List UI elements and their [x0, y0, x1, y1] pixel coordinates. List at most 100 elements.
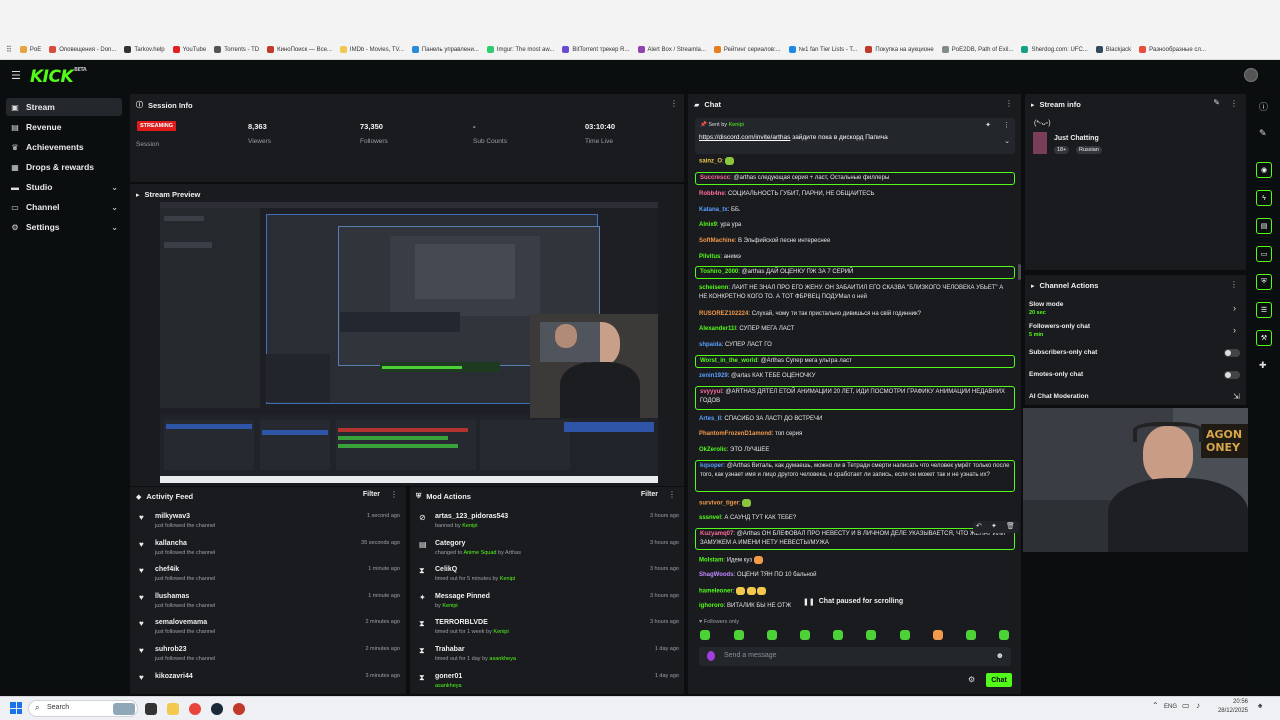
more-options-icon[interactable]: ⋮ [668, 490, 676, 499]
file-explorer-icon[interactable] [167, 703, 179, 715]
bookmark-item[interactable]: YouTube [172, 46, 206, 53]
mod-action-title[interactable]: Category [435, 540, 465, 547]
kick-logo[interactable]: KICKBETA [30, 67, 87, 87]
more-options-icon[interactable]: ⋮ [1230, 280, 1238, 289]
chat-username[interactable]: svyyyul [700, 389, 722, 395]
chat-message[interactable]: Katana_tx: ББ. [699, 206, 1011, 215]
mod-action-title[interactable]: goner01 [435, 673, 462, 680]
subscribers-only-toggle[interactable] [1224, 349, 1240, 357]
chevron-right-icon[interactable]: › [1233, 325, 1236, 335]
stream-preview-video[interactable] [160, 202, 658, 483]
windows-start-icon[interactable] [10, 702, 22, 714]
quick-emote-icon[interactable] [933, 630, 943, 640]
chat-username[interactable]: survivor_tiger [699, 501, 739, 507]
chat-message[interactable]: RUSOREZ102224: Слухай, чому ти так прист… [699, 310, 1011, 319]
chat-username[interactable]: zenin1929 [699, 373, 728, 379]
emote-picker-icon[interactable] [707, 651, 715, 661]
chat-message[interactable]: sssnvel: А САУНД ТУТ КАК ТЕБЕ? [699, 514, 1011, 523]
chat-username[interactable]: RUSOREZ102224 [699, 311, 748, 317]
chat-message[interactable]: Pilvitus: анимэ [699, 253, 1011, 262]
more-options-icon[interactable]: ⋮ [1003, 121, 1010, 129]
activity-item[interactable]: ♥ chef4ik just followed the channel 1 minut… [136, 566, 400, 592]
chat-message[interactable]: survivor_tiger: [699, 499, 1011, 508]
mod-action-title[interactable]: artas_123_pidoras543 [435, 513, 508, 520]
quick-emote-icon[interactable] [734, 630, 744, 640]
nav-item-revenue[interactable]: ▤ Revenue [6, 118, 122, 136]
rail-lightning-icon[interactable]: ϟ [1256, 190, 1272, 206]
chat-username[interactable]: sainz_O [699, 159, 722, 165]
edit-icon[interactable]: ✎ [1259, 128, 1267, 139]
app-icon[interactable] [233, 703, 245, 715]
chat-username[interactable]: Alexander11l [699, 326, 736, 332]
nav-item-studio[interactable]: ▬ Studio ⌄ [6, 178, 122, 196]
activity-item[interactable]: ♥ suhrob23 just followed the channel 2 minu… [136, 646, 400, 672]
chat-username[interactable]: Molstam [699, 558, 723, 564]
chrome-icon[interactable] [189, 703, 201, 715]
activity-username[interactable]: chef4ik [155, 566, 179, 573]
nav-item-settings[interactable]: ⚙ Settings ⌄ [6, 218, 122, 236]
delete-icon[interactable]: 🗑 [1006, 522, 1015, 530]
mod-filter-button[interactable]: Filter [641, 491, 658, 498]
chat-username[interactable]: Alnix9 [699, 222, 717, 228]
task-view-icon[interactable] [145, 703, 157, 715]
activity-username[interactable]: llushamas [155, 593, 189, 600]
activity-username[interactable]: suhrob23 [155, 646, 187, 653]
rail-chat-icon[interactable]: ▭ [1256, 246, 1272, 262]
quick-emote-icon[interactable] [999, 630, 1009, 640]
chat-message[interactable]: svyyyul: @ARTHAS ДЯТЕЛ ЕТОЙ АНИМАЦИИ 20 … [695, 386, 1015, 410]
chat-username[interactable]: ShagWoods [699, 572, 734, 578]
chat-settings-icon[interactable]: ⚙ [968, 675, 975, 684]
chat-username[interactable]: Pilvitus [699, 254, 720, 260]
emoji-icon[interactable]: ☻ [996, 651, 1004, 660]
bookmark-item[interactable]: Рейтинг сериалов:... [713, 46, 781, 53]
bookmark-item[interactable]: Alert Box / Streamla... [637, 46, 706, 53]
category-thumbnail[interactable] [1033, 132, 1047, 154]
chat-username[interactable]: Worst_in_the_world [700, 358, 757, 364]
chat-message[interactable]: Kuzyamq07: @Arthas ОН БЛЕФОВАЛ ПРО НЕВЕС… [695, 528, 1015, 550]
chat-message[interactable]: Toshiro_2000: @arthas ДАЙ ОЦЕНКУ ПЖ ЗА 7… [695, 266, 1015, 279]
chat-message[interactable]: Alexander11l: СУПЕР МЕГА ЛАСТ [699, 325, 1011, 334]
mod-action-title[interactable]: Trahabar [435, 646, 465, 653]
mod-action-item[interactable]: ⊘ artas_123_pidoras543 banned by Kenipi 3 h… [416, 513, 679, 539]
quick-emote-icon[interactable] [767, 630, 777, 640]
more-options-icon[interactable]: ⋮ [1005, 99, 1013, 108]
bookmark-item[interactable]: Покупка на аукционе [865, 46, 934, 53]
bookmark-item[interactable]: Оповещения - Don... [49, 46, 116, 53]
chat-message[interactable]: PhantomFrozenD1amond: топ серия [699, 430, 1011, 439]
unpin-icon[interactable]: ✦ [985, 121, 991, 129]
chat-message[interactable]: Alnix9: ура ура [699, 221, 1011, 230]
bookmark-item[interactable]: Панель управлени... [411, 46, 479, 53]
bookmark-item[interactable]: Imgur: The most aw... [486, 46, 554, 53]
mod-action-title[interactable]: CelikQ [435, 566, 457, 573]
taskbar-search[interactable]: ⌕ Search [28, 700, 138, 717]
chat-username[interactable]: hameleoner [699, 589, 733, 595]
mod-action-item[interactable]: ▤ Category changed to Anime Squad by Artha… [416, 540, 679, 566]
chat-username[interactable]: Kuzyamq07 [700, 531, 733, 537]
bookmark-item[interactable]: Sherdog.com: UFC... [1021, 46, 1088, 53]
chat-username[interactable]: PhantomFrozenD1amond [699, 431, 772, 437]
chat-username[interactable]: Artes_II [699, 416, 721, 422]
quick-emote-icon[interactable] [800, 630, 810, 640]
nav-item-achievements[interactable]: ♛ Achievements [6, 138, 122, 156]
tray-chevron-icon[interactable]: ⌃ [1152, 701, 1159, 710]
mod-action-title[interactable]: Message Pinned [435, 593, 490, 600]
chat-message[interactable]: SoftMachine: В Эльфийской песне интересн… [699, 237, 1011, 246]
bookmark-item[interactable]: Tarkov.help [124, 46, 165, 53]
info-icon[interactable]: ⓘ [1259, 100, 1268, 113]
mod-action-item[interactable]: ⧗ Trahabar timed out for 1 day by asankhey… [416, 646, 679, 672]
edit-icon[interactable]: ✎ [1213, 98, 1220, 107]
chat-username[interactable]: SoftMachine [699, 238, 735, 244]
volume-icon[interactable]: ♪ [1196, 701, 1200, 710]
chat-username[interactable]: Succrescc [700, 175, 730, 181]
clock-time[interactable]: 20:56 [1228, 699, 1248, 705]
chat-message[interactable]: Robb4ne: СОЦИАЛЬНОСТЬ ГУБИТ, ПАРНИ, НЕ О… [699, 190, 1011, 199]
quick-emote-icon[interactable] [900, 630, 910, 640]
activity-item[interactable]: ♥ llushamas just followed the channel 1 min… [136, 593, 400, 619]
bookmark-item[interactable]: BitTorrent трекер R... [562, 46, 630, 53]
clock-date[interactable]: 28/12/2025 [1208, 708, 1248, 714]
notification-icon[interactable]: ♠ [1258, 701, 1262, 710]
ai-moderation-label[interactable]: AI Chat Moderation [1029, 393, 1089, 400]
mod-action-item[interactable]: ⧗ TERRORBLVDE timed out for 1 week by Keni… [416, 619, 679, 645]
activity-username[interactable]: kikozavri44 [155, 673, 193, 680]
user-avatar[interactable] [1244, 68, 1258, 82]
